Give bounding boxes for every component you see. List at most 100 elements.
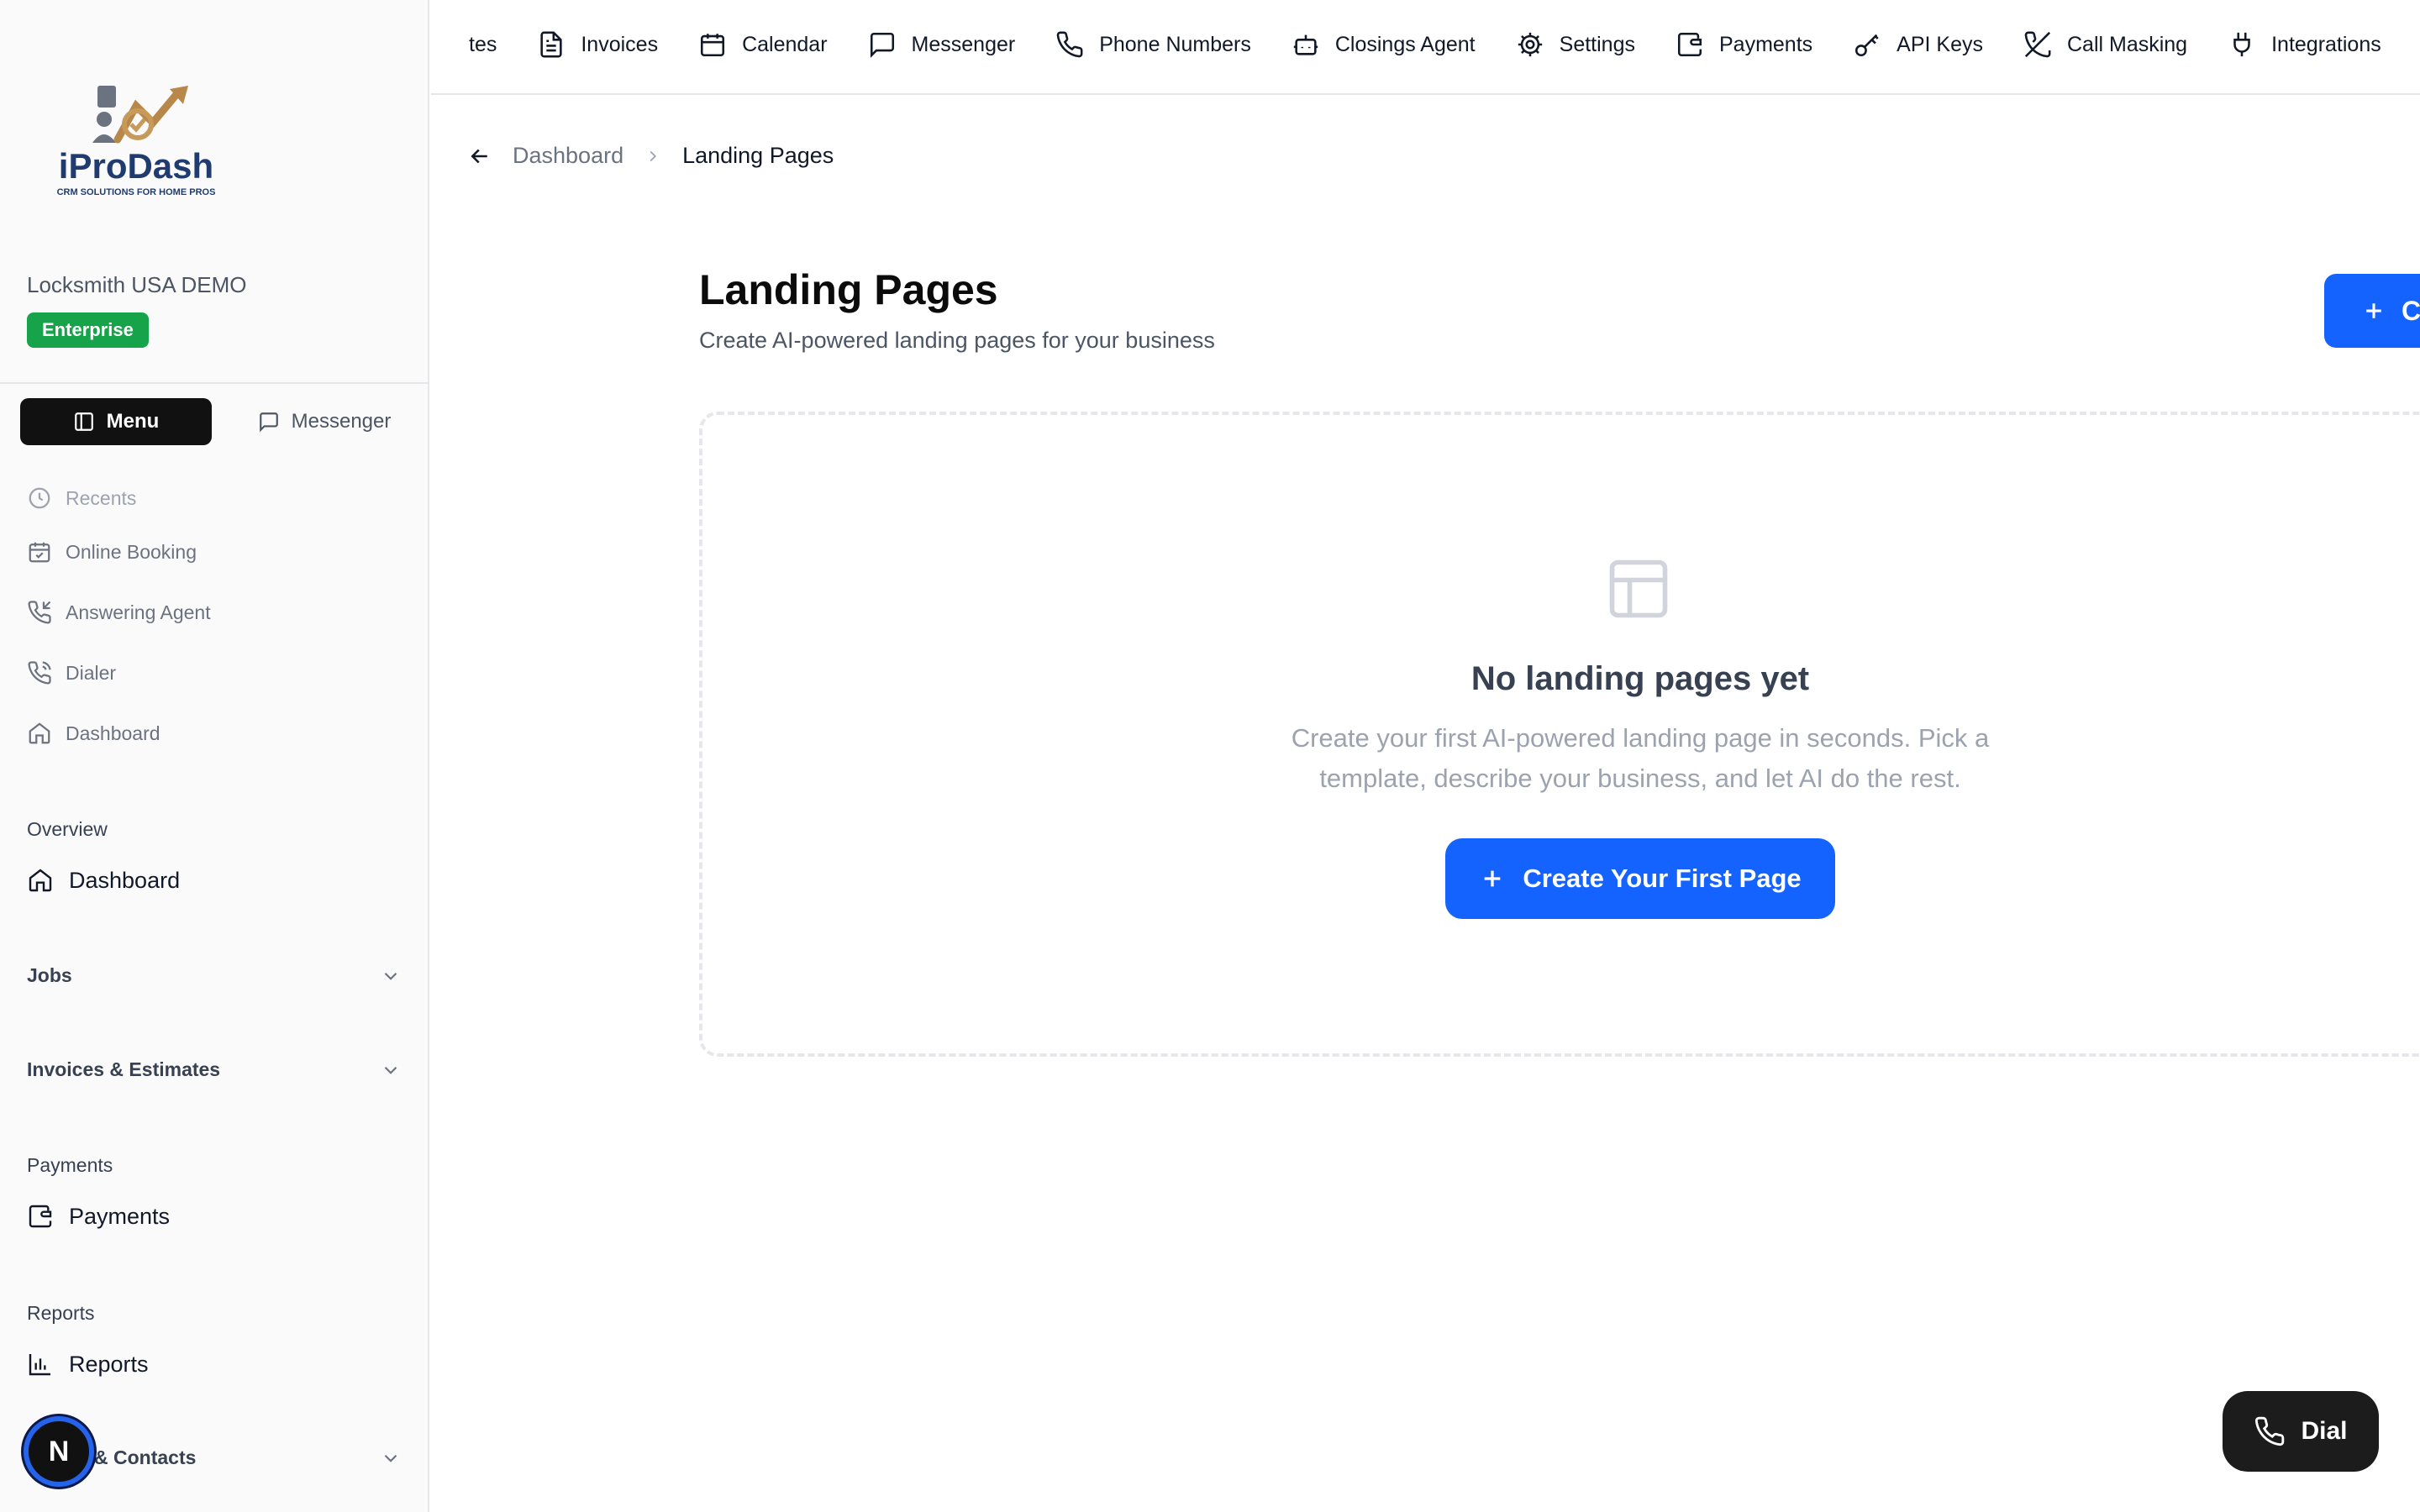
sidebar-item-label: Online Booking (66, 540, 197, 563)
wallet-icon (1677, 32, 1702, 57)
phone-call-icon (28, 661, 51, 685)
calendar-check-icon (29, 542, 50, 563)
nav-item-label: Integrations (2271, 32, 2381, 56)
sidebar-group-label: Jobs (27, 964, 72, 986)
top-navigation: tes Invoices Calendar Messenger Phone Nu… (431, 0, 2420, 95)
chevron-down-icon (384, 972, 397, 980)
nav-item-calendar[interactable]: Calendar (698, 30, 828, 59)
calendar-icon (701, 34, 725, 57)
nav-item-payments[interactable]: Payments (1676, 30, 1812, 59)
user-avatar[interactable]: N (24, 1416, 94, 1487)
phone-icon (2255, 1416, 2285, 1446)
nav-item-label: Payments (1718, 32, 1813, 56)
sidebar: iProDash CRM SOLUTIONS FOR HOME PROS Loc… (0, 0, 429, 1512)
sidebar-item-dashboard-quick[interactable]: Dashboard (27, 721, 160, 746)
nav-item-label: Phone Numbers (1099, 32, 1251, 56)
message-square-icon (259, 412, 278, 433)
empty-state-title: No landing pages yet (1470, 660, 1810, 697)
phone-incoming-icon (28, 601, 51, 624)
chevron-right-icon (650, 150, 657, 161)
sidebar-item-label: Recents (66, 486, 137, 509)
nav-item-label: API Keys (1897, 32, 1983, 56)
bar-chart-icon (29, 1354, 50, 1376)
bot-icon (1293, 34, 1318, 55)
sidebar-item-label: Dialer (66, 661, 117, 684)
nav-item-call-masking[interactable]: Call Masking (2023, 30, 2187, 59)
company-logo[interactable]: iProDash CRM SOLUTIONS FOR HOME PROS (52, 81, 220, 207)
page-subtitle: Create AI-powered landing pages for your… (699, 328, 1215, 353)
plan-badge: Enterprise (27, 312, 149, 348)
sidebar-item-reports[interactable]: Reports (27, 1351, 149, 1378)
sidebar-divider (0, 382, 428, 384)
plug-icon (2233, 32, 2250, 57)
page-title: Landing Pages (699, 266, 998, 313)
create-first-page-label: Create Your First Page (1523, 864, 1802, 893)
nav-item-closings-agent[interactable]: Closings Agent (1292, 30, 1476, 59)
logo-text: iProDash (59, 146, 213, 186)
create-landing-page-button[interactable]: C (2324, 274, 2420, 348)
sidebar-item-label: Dashboard (66, 722, 160, 744)
nav-item-label: Messenger (911, 32, 1016, 56)
create-first-page-button[interactable]: Create Your First Page (1445, 838, 1835, 919)
sidebar-item-answering-agent[interactable]: Answering Agent (27, 600, 211, 625)
nav-item-messenger[interactable]: Messenger (868, 30, 1016, 59)
dial-button-label: Dial (2301, 1417, 2348, 1445)
nav-item-label: Closings Agent (1334, 32, 1476, 56)
create-button-label: C (2402, 295, 2420, 326)
phone-icon (1056, 31, 1083, 58)
nav-item-truncated[interactable]: tes (469, 33, 497, 57)
nav-item-label: tes (469, 32, 497, 56)
nav-item-phone-numbers[interactable]: Phone Numbers (1055, 30, 1251, 59)
sidebar-group-label: Invoices & Estimates (27, 1058, 221, 1080)
sidebar-item-label: Payments (69, 1203, 171, 1229)
nav-item-label: Call Masking (2066, 32, 2188, 56)
message-square-icon (870, 32, 894, 58)
nav-item-label: Settings (1559, 32, 1635, 56)
menu-toggle-button[interactable]: Menu (20, 398, 212, 445)
section-title-reports: Reports (27, 1302, 95, 1324)
sidebar-group-jobs[interactable]: Jobs (27, 964, 402, 987)
file-text-icon (540, 31, 562, 58)
sidebar-item-label: Reports (69, 1351, 149, 1377)
sidebar-item-online-booking[interactable]: Online Booking (27, 539, 197, 564)
nav-item-integrations[interactable]: Integrations (2228, 30, 2381, 59)
organization-name: Locksmith USA DEMO (27, 272, 247, 297)
breadcrumb: Dashboard Landing Pages (467, 143, 834, 169)
nav-item-settings[interactable]: Settings (1516, 30, 1635, 59)
messenger-toggle-button[interactable]: Messenger (229, 398, 420, 445)
nav-item-api-keys[interactable]: API Keys (1853, 30, 1983, 59)
sidebar-item-label: Dashboard (69, 867, 181, 893)
messenger-toggle-label: Messenger (291, 410, 392, 433)
nav-item-label: Calendar (742, 32, 828, 56)
gear-icon (1518, 32, 1542, 57)
plus-icon (1484, 870, 1501, 887)
sidebar-item-recents[interactable]: Recents (27, 486, 136, 511)
breadcrumb-current: Landing Pages (682, 143, 834, 168)
sidebar-item-label: Answering Agent (66, 601, 211, 623)
logo-tagline: CRM SOLUTIONS FOR HOME PROS (57, 187, 216, 197)
sidebar-group-label: & Contacts (94, 1446, 197, 1468)
nav-item-invoices[interactable]: Invoices (537, 30, 658, 59)
sidebar-item-dialer[interactable]: Dialer (27, 660, 116, 685)
plus-icon (2366, 303, 2381, 318)
chevron-down-icon (384, 1454, 397, 1462)
section-title-overview: Overview (27, 818, 108, 840)
key-icon (1855, 34, 1879, 57)
menu-toggle-label: Menu (106, 410, 160, 433)
wallet-icon (29, 1205, 52, 1228)
sidebar-group-invoices-estimates[interactable]: Invoices & Estimates (27, 1058, 402, 1081)
dial-button[interactable]: Dial (2223, 1391, 2379, 1472)
clock-icon (29, 487, 50, 509)
sidebar-item-payments[interactable]: Payments (27, 1203, 170, 1230)
breadcrumb-dashboard-link[interactable]: Dashboard (513, 143, 623, 169)
home-icon (29, 869, 52, 892)
sidebar-item-dashboard[interactable]: Dashboard (27, 867, 180, 894)
section-title-payments: Payments (27, 1154, 113, 1176)
arrow-left-icon[interactable] (467, 144, 492, 169)
empty-state-description: Create your first AI-powered landing pag… (1291, 723, 1990, 793)
chevron-down-icon (384, 1066, 397, 1074)
sidebar-panel-icon (74, 412, 93, 431)
home-icon (29, 722, 50, 744)
nav-item-label: Invoices (581, 32, 659, 56)
phone-off-icon (2024, 31, 2051, 58)
